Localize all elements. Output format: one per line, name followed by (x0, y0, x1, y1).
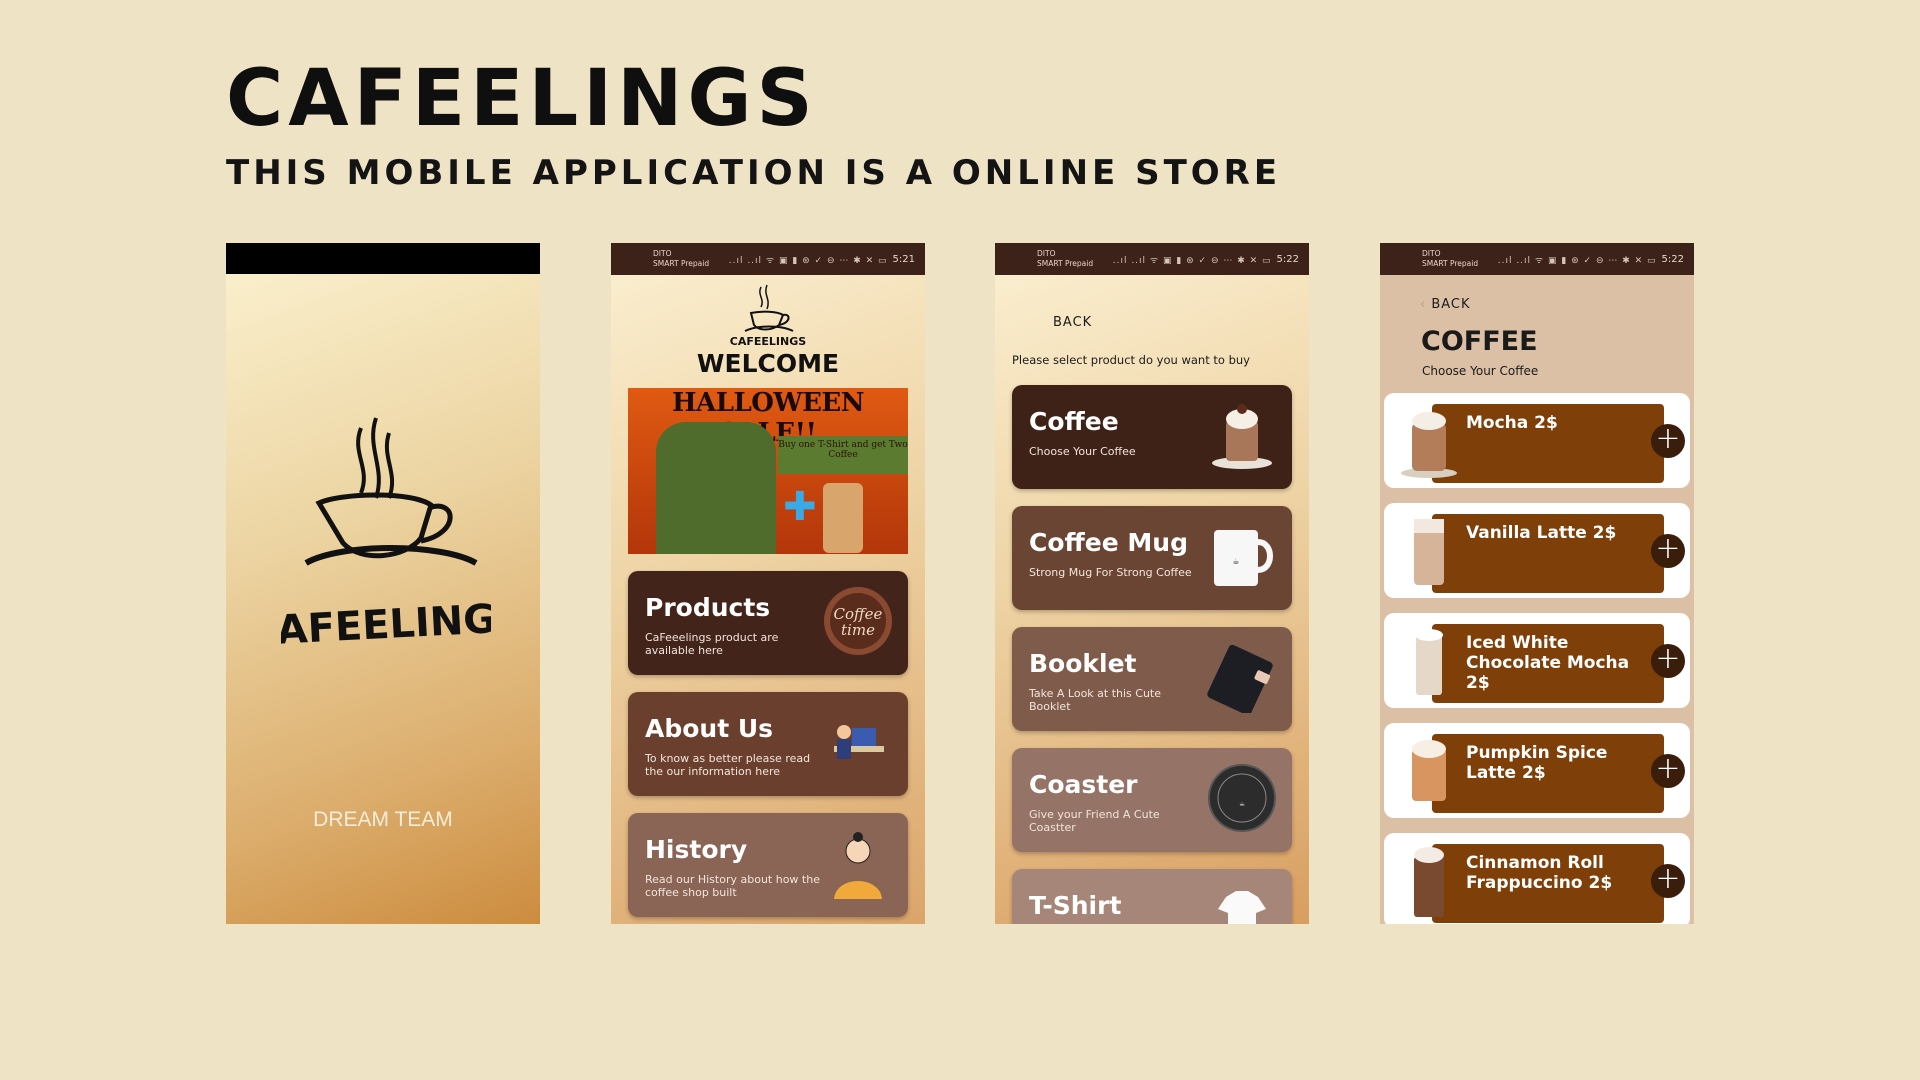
status-icons: ..ıl ..ıl ᯤ ▣ ▮ ⊛ ✓ ⊖ ⋯ ✱ ✕ ▭ (1497, 255, 1657, 266)
card-title: About Us (645, 714, 774, 743)
page-subtitle: THIS MOBILE APPLICATION IS A ONLINE STOR… (226, 153, 1282, 193)
mocha-image (1401, 412, 1457, 478)
logo-text: CAFEELINGS (281, 595, 491, 655)
select-prompt: Please select product do you want to buy (1012, 353, 1250, 367)
splash-footer: DREAM TEAM (313, 808, 453, 831)
coffee-list-screen: DITO SMART Prepaid ..ıl ..ıl ᯤ ▣ ▮ ⊛ ✓ ⊖ … (1380, 243, 1694, 924)
card-subtitle: Choose Your Coffee (1029, 445, 1136, 458)
card-title: Coffee (1029, 407, 1119, 436)
coffee-heading: COFFEE (1421, 326, 1538, 357)
product-row-mocha[interactable]: Mocha 2$ + (1384, 393, 1690, 488)
product-name: Pumpkin Spice Latte 2$ (1466, 743, 1608, 783)
booklet-icon (1207, 644, 1273, 713)
coaster-category-card[interactable]: Coaster Give your Friend A Cute Coastter… (1012, 748, 1292, 852)
back-button[interactable]: BACK (1053, 315, 1092, 330)
product-row-cinnamon-roll-frappuccino[interactable]: Cinnamon Roll Frappuccino 2$ + (1384, 833, 1690, 924)
product-name: Cinnamon Roll Frappuccino 2$ (1466, 853, 1613, 893)
vanilla-latte-image (1414, 519, 1444, 585)
tshirt-icon (1218, 891, 1266, 924)
status-bar: DITO SMART Prepaid ..ıl ..ıl ᯤ ▣ ▮ ⊛ ✓ ⊖ … (611, 243, 925, 275)
svg-text:time: time (841, 621, 875, 639)
coffee-cup-image (823, 483, 863, 553)
svg-text:☕: ☕ (1232, 557, 1239, 566)
iced-white-chocolate-mocha-image (1415, 629, 1443, 695)
chevron-left-icon: ‹ (1420, 297, 1427, 312)
product-name: Vanilla Latte 2$ (1466, 523, 1617, 543)
clock: 5:22 (1661, 253, 1684, 265)
card-subtitle: Take A Look at this Cute Booklet (1029, 687, 1162, 713)
clock: 5:22 (1276, 253, 1299, 265)
card-subtitle: Strong Mug For Strong Coffee (1029, 566, 1192, 579)
coaster-icon: ☕ (1208, 764, 1276, 832)
home-screen: DITO SMART Prepaid ..ıl ..ıl ᯤ ▣ ▮ ⊛ ✓ ⊖ … (611, 243, 925, 924)
coffee-glass-icon (1212, 404, 1272, 469)
mug-icon: ☕ (1214, 530, 1273, 586)
product-row-iced-white-chocolate-mocha[interactable]: Iced White Chocolate Mocha 2$ + (1384, 613, 1690, 708)
status-bar: DITO SMART Prepaid ..ıl ..ıl ᯤ ▣ ▮ ⊛ ✓ ⊖ … (995, 243, 1309, 275)
card-subtitle: Read our History about how the coffee sh… (645, 873, 820, 899)
welcome-heading: WELCOME (696, 349, 840, 378)
products-card[interactable]: Products CaFeeelings product are availab… (628, 571, 908, 675)
card-title: Booklet (1029, 649, 1137, 678)
add-to-cart-button[interactable]: + (1651, 424, 1685, 458)
card-subtitle: Give your Friend A Cute Coastter (1029, 808, 1160, 834)
back-button[interactable]: ‹ BACK (1420, 297, 1471, 312)
history-card[interactable]: History Read our History about how the c… (628, 813, 908, 917)
status-icons: ..ıl ..ıl ᯤ ▣ ▮ ⊛ ✓ ⊖ ⋯ ✱ ✕ ▭ (1112, 255, 1272, 266)
card-title: Products (645, 593, 771, 622)
product-row-vanilla-latte[interactable]: Vanilla Latte 2$ + (1384, 503, 1690, 598)
logo-text: CAFEELINGS (730, 335, 806, 347)
product-name: Iced White Chocolate Mocha 2$ (1466, 633, 1630, 693)
card-subtitle: CaFeeelings product are available here (645, 631, 779, 657)
product-row-pumpkin-spice-latte[interactable]: Pumpkin Spice Latte 2$ + (1384, 723, 1690, 818)
coffee-time-icon: Coffeetime (824, 587, 892, 655)
reading-person-icon (834, 832, 882, 899)
add-to-cart-button[interactable]: + (1651, 534, 1685, 568)
products-screen: DITO SMART Prepaid ..ıl ..ıl ᯤ ▣ ▮ ⊛ ✓ ⊖ … (995, 243, 1309, 924)
cinnamon-roll-frappuccino-image (1414, 847, 1444, 917)
status-bar (226, 243, 540, 274)
cafeelings-logo: CAFEELINGS (730, 284, 806, 347)
product-name: Mocha 2$ (1466, 413, 1558, 433)
add-to-cart-button[interactable]: + (1651, 644, 1685, 678)
about-us-card[interactable]: About Us To know as better please read t… (628, 692, 908, 796)
splash-screen: CAFEELINGS DREAM TEAM (226, 243, 540, 924)
card-title: T-Shirt (1029, 891, 1122, 920)
tshirt-category-card[interactable]: T-Shirt (1012, 869, 1292, 924)
coffee-subheading: Choose Your Coffee (1422, 364, 1539, 378)
add-to-cart-button[interactable]: + (1651, 864, 1685, 898)
banner-promo: Buy one T-Shirt and get Two Coffee (778, 436, 908, 474)
card-title: Coffee Mug (1029, 528, 1188, 557)
coffee-mug-category-card[interactable]: Coffee Mug Strong Mug For Strong Coffee … (1012, 506, 1292, 610)
workspace-illustration-icon (834, 725, 884, 759)
svg-text:☕: ☕ (1239, 800, 1245, 808)
card-subtitle: To know as better please read the our in… (645, 752, 811, 778)
cafeelings-logo: CAFEELINGS (281, 417, 491, 655)
add-to-cart-button[interactable]: + (1651, 754, 1685, 788)
tshirt-image (656, 422, 776, 554)
booklet-category-card[interactable]: Booklet Take A Look at this Cute Booklet (1012, 627, 1292, 731)
halloween-banner[interactable]: HALLOWEEN SALE!! Buy one T-Shirt and get… (628, 388, 908, 554)
plus-icon: ✚ (783, 484, 817, 530)
status-bar: DITO SMART Prepaid ..ıl ..ıl ᯤ ▣ ▮ ⊛ ✓ ⊖ … (1380, 243, 1694, 275)
pumpkin-spice-latte-image (1412, 740, 1446, 801)
card-title: Coaster (1029, 770, 1138, 799)
status-icons: ..ıl ..ıl ᯤ ▣ ▮ ⊛ ✓ ⊖ ⋯ ✱ ✕ ▭ (728, 255, 888, 266)
clock: 5:21 (892, 253, 915, 265)
card-title: History (645, 835, 748, 864)
page-title: CAFEELINGS (226, 54, 818, 144)
coffee-category-card[interactable]: Coffee Choose Your Coffee (1012, 385, 1292, 489)
